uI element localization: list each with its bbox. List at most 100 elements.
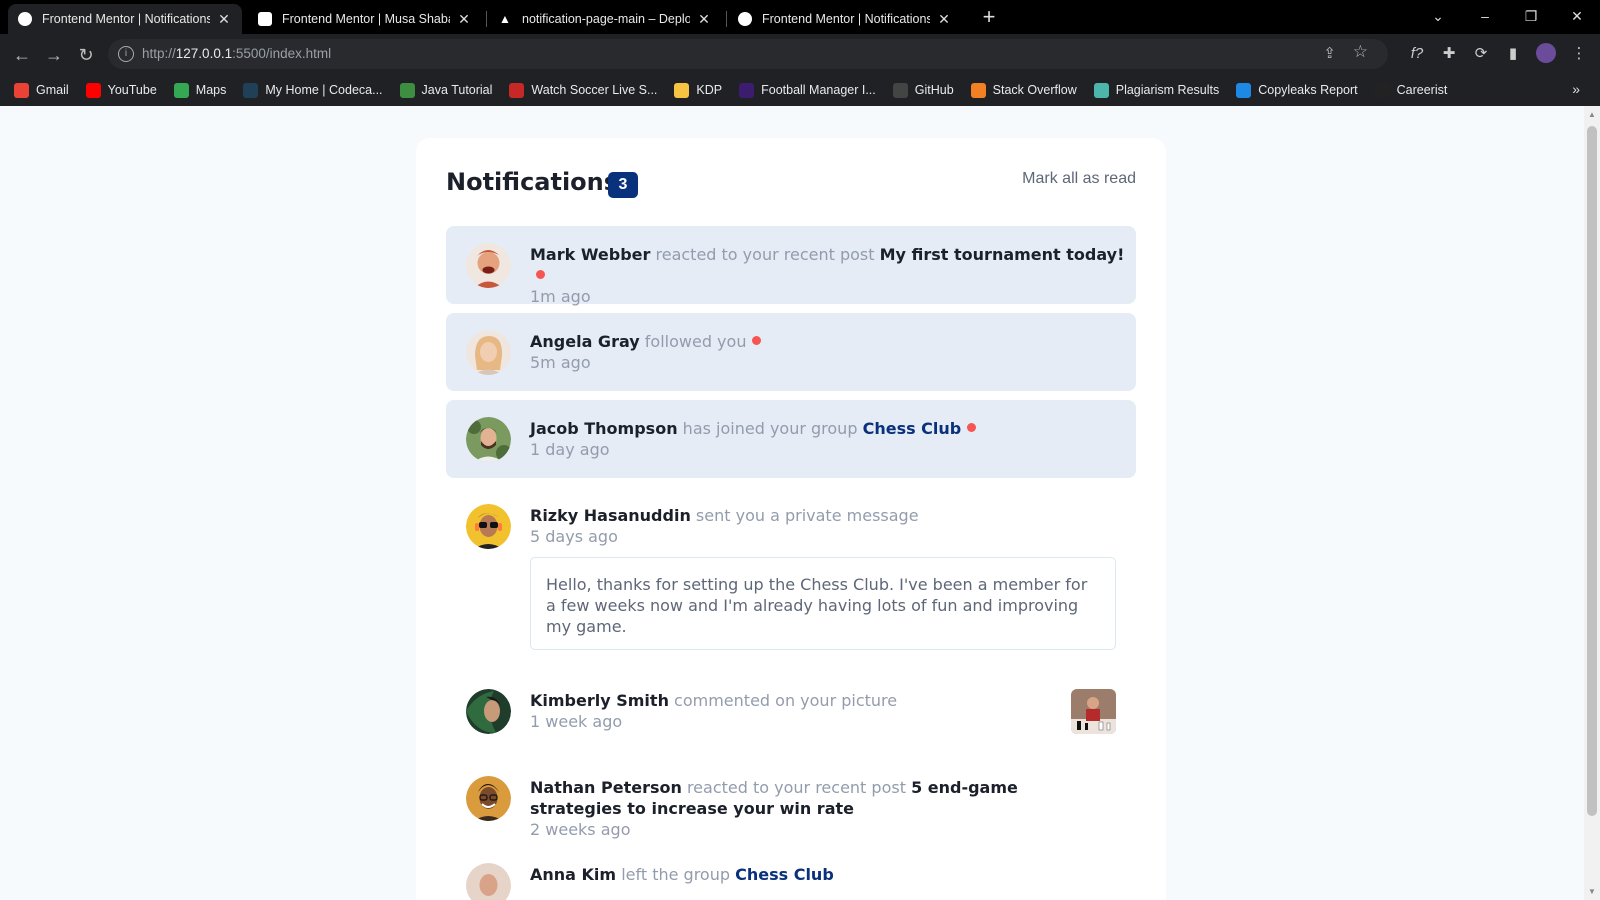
browser-tab-1[interactable]: Frontend Mentor | Notifications p ✕ bbox=[8, 4, 242, 34]
minimize-icon[interactable]: – bbox=[1462, 4, 1508, 28]
bookmark-item[interactable]: Copyleaks Report bbox=[1236, 82, 1358, 98]
new-tab-icon[interactable]: + bbox=[976, 4, 1002, 30]
unread-dot bbox=[967, 423, 977, 432]
bookmarks-overflow-icon[interactable]: » bbox=[1572, 81, 1580, 97]
avatar[interactable] bbox=[466, 417, 511, 462]
bookmark-item[interactable]: Careerist bbox=[1374, 82, 1447, 98]
sync-extension-icon[interactable]: ⟳ bbox=[1470, 43, 1492, 65]
notifications-header: Notifications 3 Mark all as read bbox=[446, 168, 1136, 208]
unread-dot bbox=[752, 336, 762, 345]
group-link[interactable]: Chess Club bbox=[735, 865, 834, 884]
mark-all-read-button[interactable]: Mark all as read bbox=[1022, 170, 1136, 188]
avatar[interactable] bbox=[466, 689, 511, 734]
bookmark-item[interactable]: YouTube bbox=[85, 82, 157, 98]
tab-favicon-icon bbox=[258, 12, 272, 26]
codecademy-icon bbox=[243, 82, 259, 98]
restore-icon[interactable]: ❐ bbox=[1508, 4, 1554, 28]
avatar[interactable] bbox=[466, 243, 511, 288]
user-name-link[interactable]: Kimberly Smith bbox=[530, 691, 669, 710]
bookmark-item[interactable]: KDP bbox=[674, 82, 723, 98]
bookmark-star-icon[interactable]: ☆ bbox=[1353, 42, 1368, 62]
tab-close-icon[interactable]: ✕ bbox=[456, 11, 472, 28]
gmail-icon bbox=[14, 82, 29, 98]
scrollbar-thumb[interactable] bbox=[1587, 126, 1597, 816]
notification-action: reacted to your recent post bbox=[655, 245, 875, 264]
post-link[interactable]: My first tournament today! bbox=[880, 245, 1125, 264]
tab-title: notification-page-main – Deploy bbox=[522, 12, 690, 26]
tab-close-icon[interactable]: ✕ bbox=[936, 11, 952, 28]
avatar[interactable] bbox=[466, 504, 511, 549]
back-icon[interactable]: ← bbox=[8, 41, 36, 69]
menu-kebab-icon[interactable]: ⋮ bbox=[1568, 43, 1590, 65]
bookmarks-bar: Gmail YouTube Maps My Home | Codeca... Java … bbox=[0, 74, 1600, 106]
scroll-up-icon[interactable]: ▲ bbox=[1588, 110, 1596, 119]
notification-time: 1m ago bbox=[530, 287, 591, 306]
bookmark-item[interactable]: My Home | Codeca... bbox=[243, 82, 383, 98]
avatar[interactable] bbox=[466, 776, 511, 821]
profile-avatar-icon[interactable] bbox=[1536, 43, 1556, 63]
address-bar[interactable]: i http://127.0.0.1:5500/index.html ⇪ ☆ bbox=[108, 39, 1388, 69]
share-icon[interactable]: ⇪ bbox=[1323, 44, 1336, 62]
url-text[interactable]: http://127.0.0.1:5500/index.html bbox=[142, 46, 331, 61]
bookmark-item[interactable]: Plagiarism Results bbox=[1093, 82, 1219, 98]
notification-item[interactable]: Angela Gray followed you 5m ago bbox=[446, 313, 1136, 391]
browser-tab-2[interactable]: Frontend Mentor | Musa Shaba's ✕ bbox=[248, 4, 482, 34]
bookmark-item[interactable]: Football Manager I... bbox=[739, 82, 876, 98]
tab-title: Frontend Mentor | Musa Shaba's bbox=[282, 12, 450, 26]
formula-extension-icon[interactable]: f? bbox=[1406, 43, 1428, 65]
notification-item[interactable]: Mark Webber reacted to your recent post … bbox=[446, 226, 1136, 307]
group-link[interactable]: Chess Club bbox=[863, 419, 962, 438]
page-scrollbar[interactable]: ▲ ▼ bbox=[1584, 106, 1600, 900]
bookmark-item[interactable]: GitHub bbox=[892, 82, 954, 98]
user-name-link[interactable]: Nathan Peterson bbox=[530, 778, 682, 797]
scroll-down-icon[interactable]: ▼ bbox=[1588, 887, 1596, 896]
folder-icon bbox=[674, 82, 690, 98]
fm-icon bbox=[739, 82, 755, 98]
tab-favicon-icon bbox=[18, 12, 32, 26]
notification-item[interactable]: Anna Kim left the group Chess Club bbox=[446, 846, 1136, 900]
commented-picture-thumbnail[interactable] bbox=[1071, 689, 1116, 734]
bookmark-label: KDP bbox=[696, 83, 723, 97]
github-icon bbox=[892, 82, 908, 98]
reload-icon[interactable]: ↻ bbox=[72, 41, 100, 69]
stackoverflow-icon bbox=[970, 82, 986, 98]
close-window-icon[interactable]: ✕ bbox=[1554, 4, 1600, 28]
tab-close-icon[interactable]: ✕ bbox=[696, 11, 712, 28]
notification-item[interactable]: Rizky Hasanuddin sent you a private mess… bbox=[446, 487, 1136, 657]
extensions-puzzle-icon[interactable]: ✚ bbox=[1438, 43, 1460, 65]
notification-item[interactable]: Jacob Thompson has joined your group Che… bbox=[446, 400, 1136, 478]
avatar[interactable] bbox=[466, 330, 511, 375]
bookmark-item[interactable]: Watch Soccer Live S... bbox=[509, 82, 657, 98]
private-message-box[interactable]: Hello, thanks for setting up the Chess C… bbox=[530, 557, 1116, 650]
side-panel-icon[interactable]: ▮ bbox=[1502, 43, 1524, 65]
notification-text: Mark Webber reacted to your recent post … bbox=[530, 244, 1136, 307]
browser-tab-4[interactable]: Frontend Mentor | Notifications p ✕ bbox=[728, 4, 962, 34]
user-name-link[interactable]: Rizky Hasanuddin bbox=[530, 506, 691, 525]
tab-close-icon[interactable]: ✕ bbox=[216, 11, 232, 28]
tab-search-icon[interactable]: ⌄ bbox=[1415, 4, 1461, 28]
user-name-link[interactable]: Jacob Thompson bbox=[530, 419, 678, 438]
bookmark-item[interactable]: Maps bbox=[173, 82, 226, 98]
user-name-link[interactable]: Mark Webber bbox=[530, 245, 650, 264]
bookmark-label: Java Tutorial bbox=[421, 83, 493, 97]
maps-icon bbox=[173, 82, 189, 98]
notification-text: Anna Kim left the group Chess Club bbox=[530, 864, 834, 885]
bookmark-item[interactable]: Java Tutorial bbox=[399, 82, 493, 98]
youtube-icon bbox=[85, 82, 101, 98]
user-name-link[interactable]: Angela Gray bbox=[530, 332, 640, 351]
tab-separator bbox=[486, 11, 487, 27]
site-info-icon[interactable]: i bbox=[118, 46, 134, 62]
bookmark-label: GitHub bbox=[914, 83, 954, 97]
notification-item[interactable]: Kimberly Smith commented on your picture… bbox=[446, 672, 1136, 750]
notification-item[interactable]: Nathan Peterson reacted to your recent p… bbox=[446, 759, 1136, 859]
tab-favicon-icon bbox=[738, 12, 752, 26]
notification-time: 2 weeks ago bbox=[530, 820, 631, 839]
avatar[interactable] bbox=[466, 863, 511, 900]
forward-icon[interactable]: → bbox=[40, 41, 68, 69]
browser-tab-3[interactable]: ▲ notification-page-main – Deploy ✕ bbox=[488, 4, 722, 34]
user-name-link[interactable]: Anna Kim bbox=[530, 865, 616, 884]
bookmark-item[interactable]: Gmail bbox=[14, 82, 69, 98]
unread-dot bbox=[536, 270, 545, 279]
bookmark-item[interactable]: Stack Overflow bbox=[970, 82, 1077, 98]
tab-separator bbox=[726, 11, 727, 27]
